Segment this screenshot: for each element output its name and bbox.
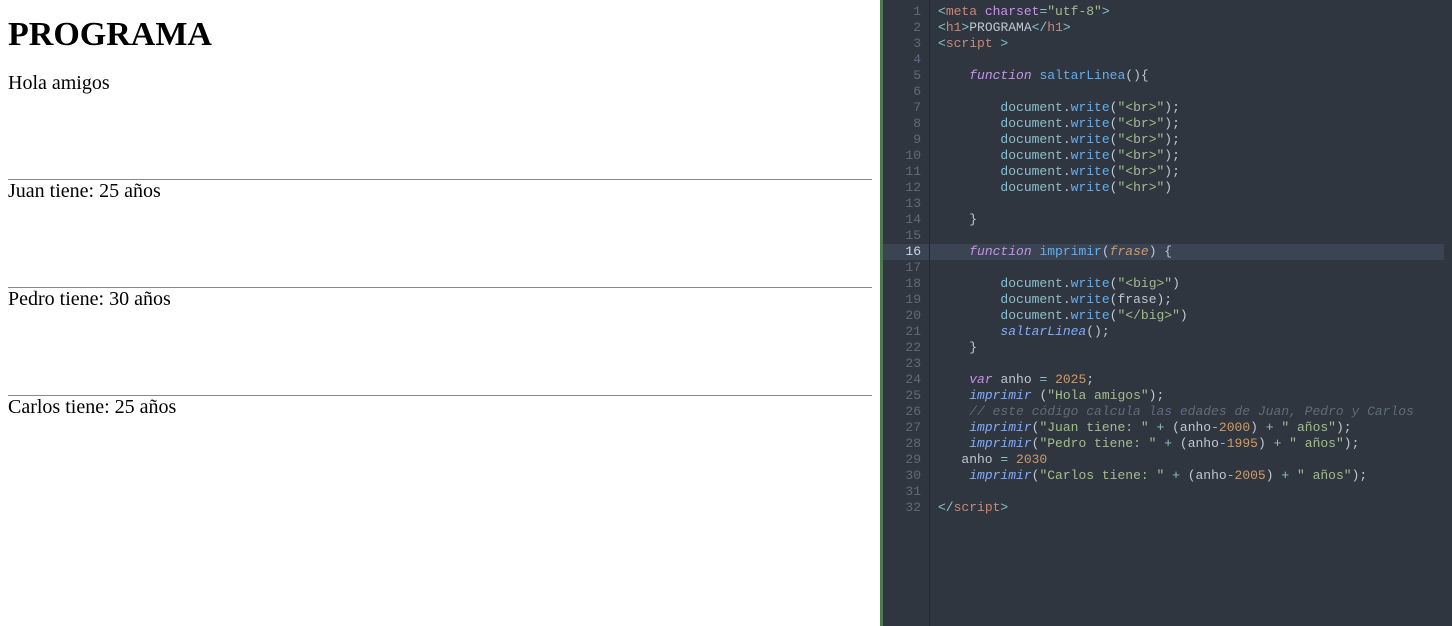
code-line[interactable]: }	[938, 212, 1444, 228]
line-number[interactable]: 6	[880, 84, 921, 100]
line-number[interactable]: 17	[880, 260, 921, 276]
browser-output-pane: PROGRAMA Hola amigos Juan tiene: 25 años…	[0, 0, 880, 626]
code-line[interactable]: document.write("<br>");	[938, 148, 1444, 164]
line-number[interactable]: 13	[880, 196, 921, 212]
code-line[interactable]: imprimir("Juan tiene: " + (anho-2000) + …	[938, 420, 1444, 436]
code-line[interactable]: <meta charset="utf-8">	[938, 4, 1444, 20]
code-line[interactable]: function imprimir(frase) {	[930, 244, 1444, 260]
page-heading: PROGRAMA	[8, 16, 872, 54]
line-number[interactable]: 15	[880, 228, 921, 244]
output-line: Juan tiene: 25 años	[8, 180, 872, 203]
code-line[interactable]: <script >	[938, 36, 1444, 52]
line-number[interactable]: 1	[880, 4, 921, 20]
code-line[interactable]	[938, 84, 1444, 100]
line-number[interactable]: 16	[880, 244, 929, 260]
code-line[interactable]	[938, 196, 1444, 212]
line-number[interactable]: 31	[880, 484, 921, 500]
code-area[interactable]: <meta charset="utf-8"><h1>PROGRAMA</h1><…	[930, 0, 1452, 626]
code-line[interactable]: </script>	[938, 500, 1444, 516]
line-break-spacer	[8, 311, 872, 395]
git-gutter-mark	[880, 0, 883, 626]
line-number[interactable]: 25	[880, 388, 921, 404]
line-number-gutter[interactable]: 1234567891011121314151617181920212223242…	[880, 0, 930, 626]
line-number[interactable]: 29	[880, 452, 921, 468]
code-line[interactable]: // este código calcula las edades de Jua…	[938, 404, 1444, 420]
code-line[interactable]: <h1>PROGRAMA</h1>	[938, 20, 1444, 36]
code-line[interactable]	[938, 356, 1444, 372]
line-number[interactable]: 18	[880, 276, 921, 292]
line-number[interactable]: 2	[880, 20, 921, 36]
code-line[interactable]: }	[938, 340, 1444, 356]
output-line: Carlos tiene: 25 años	[8, 396, 872, 419]
code-line[interactable]: document.write("<hr>")	[938, 180, 1444, 196]
code-line[interactable]: imprimir("Carlos tiene: " + (anho-2005) …	[938, 468, 1444, 484]
line-number[interactable]: 7	[880, 100, 921, 116]
line-number[interactable]: 8	[880, 116, 921, 132]
line-number[interactable]: 12	[880, 180, 921, 196]
code-line[interactable]	[938, 228, 1444, 244]
output-line: Hola amigos	[8, 72, 872, 95]
code-line[interactable]: imprimir ("Hola amigos");	[938, 388, 1444, 404]
code-line[interactable]: var anho = 2025;	[938, 372, 1444, 388]
code-line[interactable]: saltarLinea();	[938, 324, 1444, 340]
code-line[interactable]: document.write(frase);	[938, 292, 1444, 308]
code-line[interactable]: imprimir("Pedro tiene: " + (anho-1995) +…	[938, 436, 1444, 452]
line-number[interactable]: 19	[880, 292, 921, 308]
code-line[interactable]: document.write("<br>");	[938, 132, 1444, 148]
line-number[interactable]: 21	[880, 324, 921, 340]
code-line[interactable]: document.write("<br>");	[938, 100, 1444, 116]
line-number[interactable]: 30	[880, 468, 921, 484]
line-number[interactable]: 22	[880, 340, 921, 356]
line-number[interactable]: 9	[880, 132, 921, 148]
line-number[interactable]: 32	[880, 500, 921, 516]
line-break-spacer	[8, 95, 872, 179]
code-line[interactable]: anho = 2030	[938, 452, 1444, 468]
line-number[interactable]: 26	[880, 404, 921, 420]
line-number[interactable]: 11	[880, 164, 921, 180]
code-line[interactable]: document.write("<br>");	[938, 164, 1444, 180]
line-break-spacer	[8, 203, 872, 287]
code-line[interactable]	[938, 52, 1444, 68]
code-line[interactable]: document.write("<big>")	[938, 276, 1444, 292]
line-number[interactable]: 5	[880, 68, 921, 84]
code-editor-pane[interactable]: 1234567891011121314151617181920212223242…	[880, 0, 1452, 626]
code-line[interactable]	[938, 484, 1444, 500]
code-line[interactable]: document.write("</big>")	[938, 308, 1444, 324]
code-line[interactable]: document.write("<br>");	[938, 116, 1444, 132]
output-line: Pedro tiene: 30 años	[8, 288, 872, 311]
line-number[interactable]: 4	[880, 52, 921, 68]
line-number[interactable]: 3	[880, 36, 921, 52]
line-number[interactable]: 23	[880, 356, 921, 372]
code-line[interactable]	[938, 260, 1444, 276]
line-number[interactable]: 27	[880, 420, 921, 436]
line-number[interactable]: 20	[880, 308, 921, 324]
line-number[interactable]: 14	[880, 212, 921, 228]
line-number[interactable]: 24	[880, 372, 921, 388]
code-line[interactable]: function saltarLinea(){	[938, 68, 1444, 84]
line-number[interactable]: 28	[880, 436, 921, 452]
line-number[interactable]: 10	[880, 148, 921, 164]
